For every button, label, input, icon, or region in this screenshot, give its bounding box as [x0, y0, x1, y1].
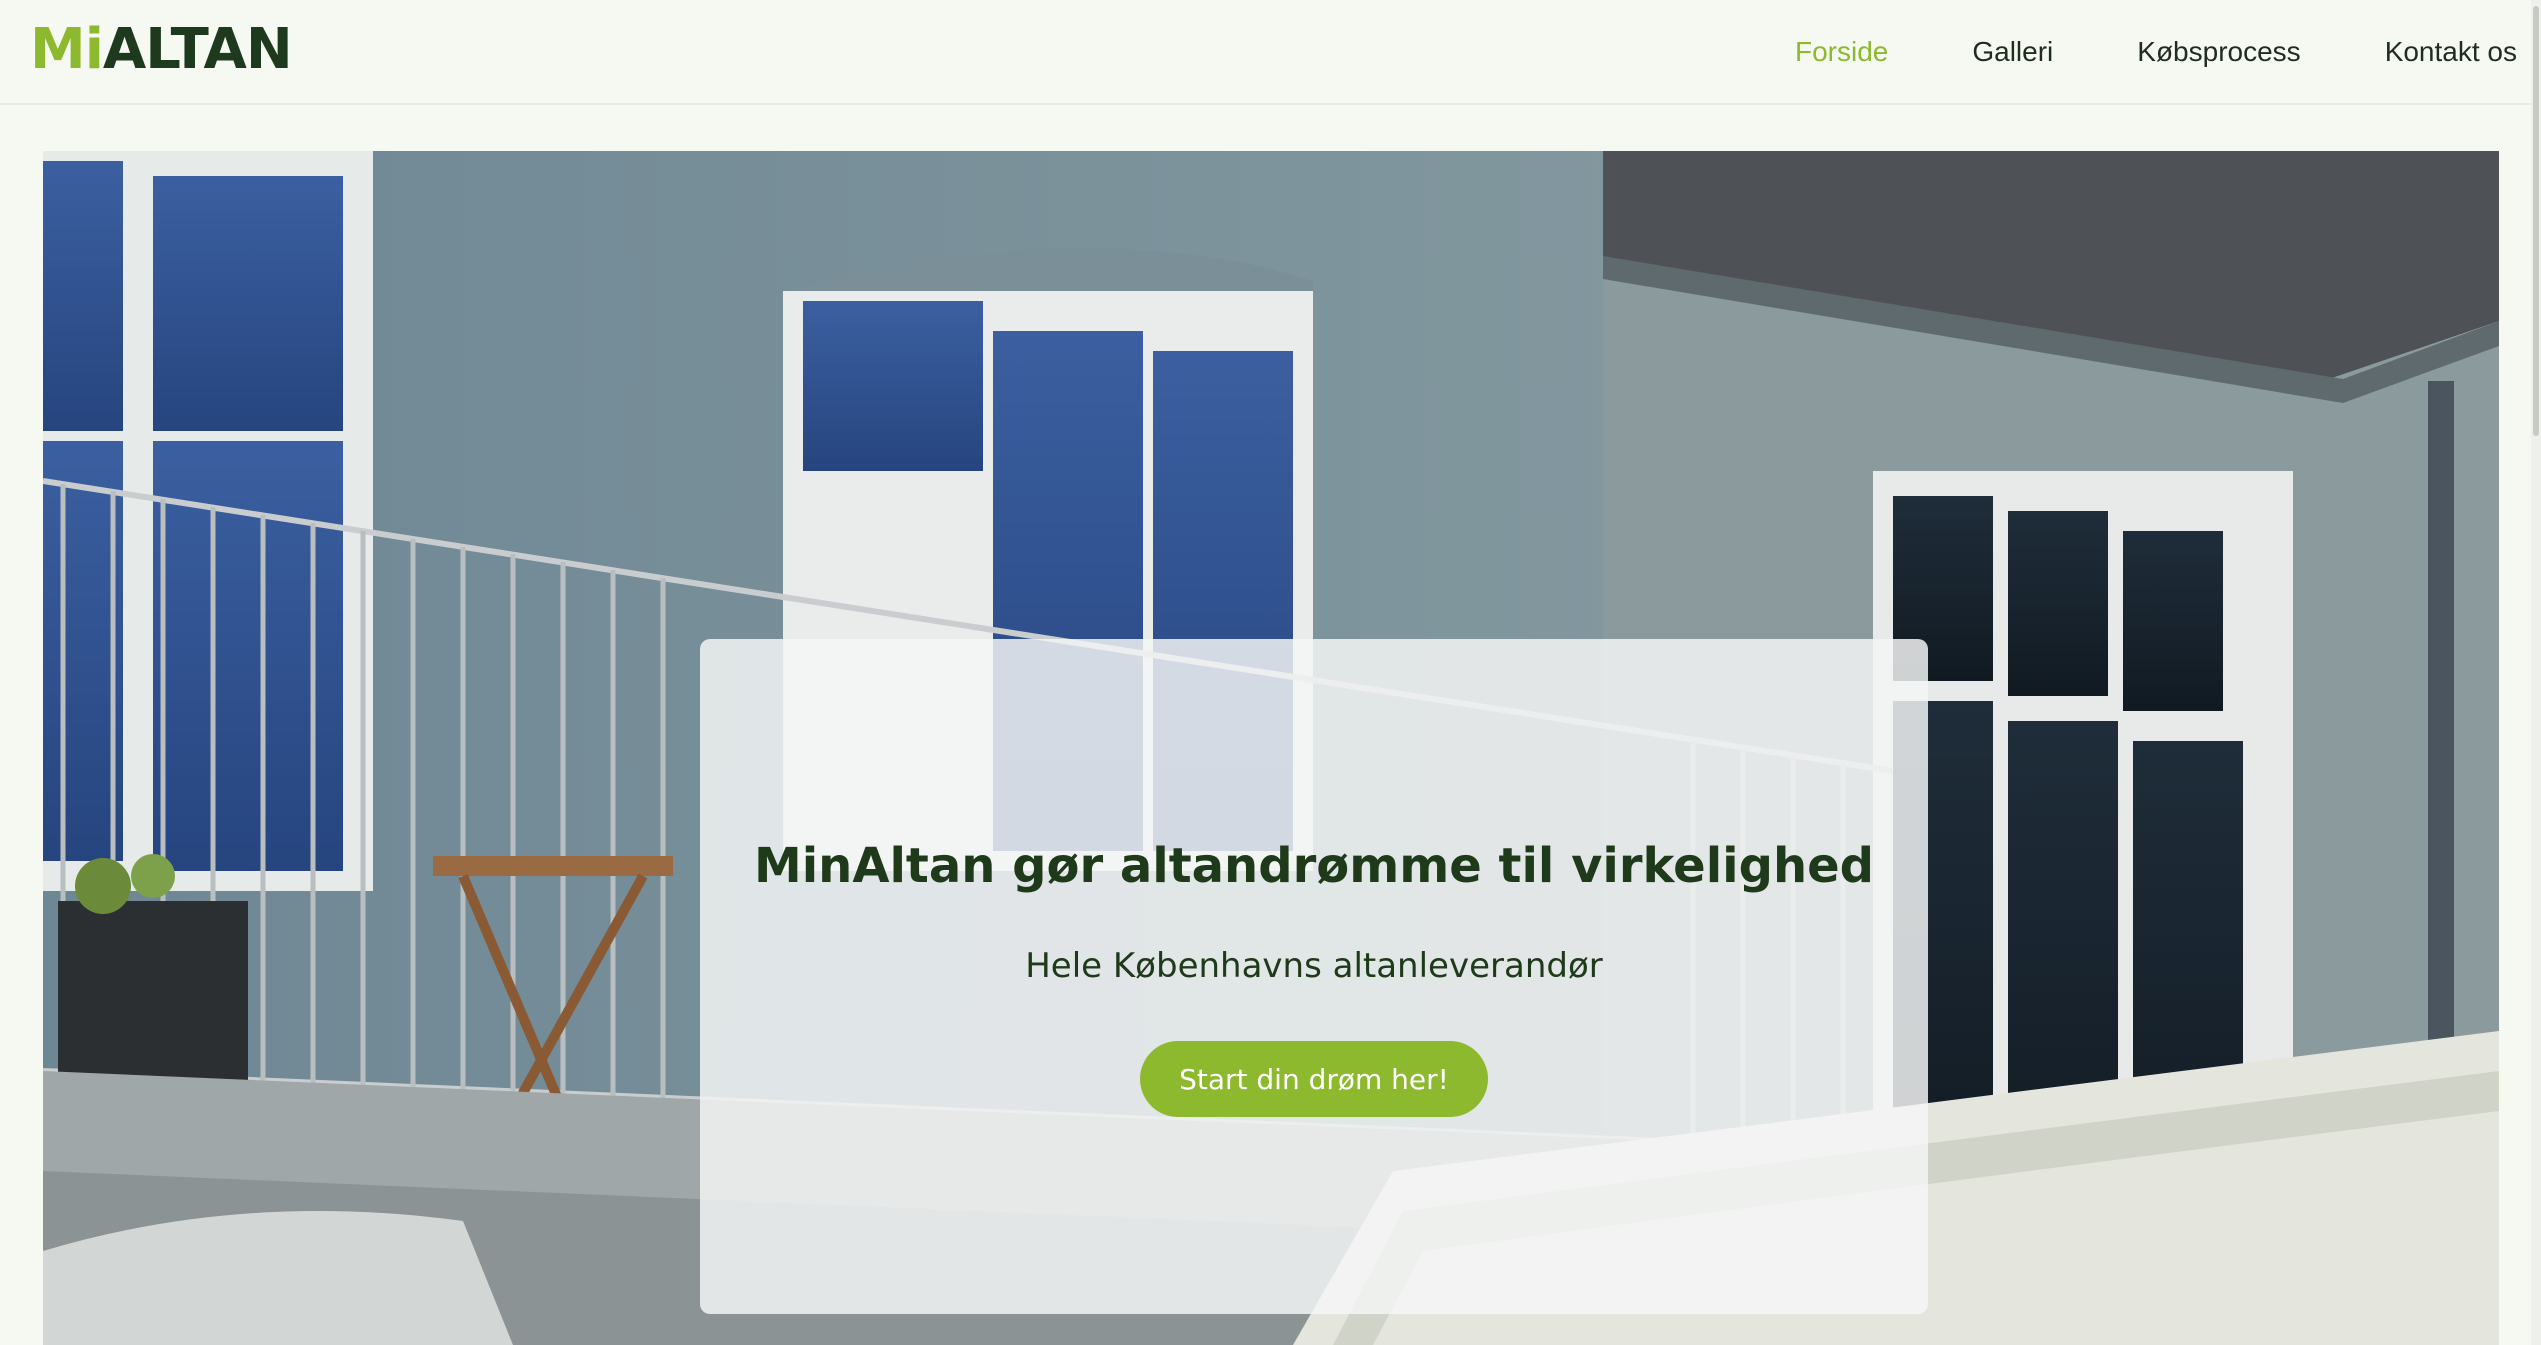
- hero-title: MinAltan gør altandrømme til virkelighed: [753, 838, 1875, 894]
- nav-item-forside[interactable]: Forside: [1795, 30, 1888, 74]
- start-dream-button[interactable]: Start din drøm her!: [1140, 1041, 1488, 1117]
- main-nav: Forside Galleri Købsprocess Kontakt os: [1795, 30, 2517, 74]
- logo-altan: ALTAN: [102, 17, 293, 82]
- logo-mi: Mi: [30, 17, 104, 82]
- minaltan-logo[interactable]: Mi ALTAN: [30, 17, 293, 82]
- scrollbar-thumb[interactable]: [2533, 6, 2539, 436]
- nav-item-kontakt-os[interactable]: Kontakt os: [2385, 30, 2517, 74]
- hero-section: MinAltan gør altandrømme til virkelighed…: [43, 151, 2499, 1345]
- page-scrollbar[interactable]: [2531, 0, 2541, 1345]
- site-header: Mi ALTAN Forside Galleri Købsprocess Kont…: [0, 0, 2541, 105]
- nav-item-galleri[interactable]: Galleri: [1972, 30, 2053, 74]
- hero-subtitle: Hele Københavns altanleverandør: [1025, 946, 1603, 986]
- hero-card: MinAltan gør altandrømme til virkelighed…: [700, 639, 1928, 1314]
- nav-item-kobsprocess[interactable]: Købsprocess: [2137, 30, 2300, 74]
